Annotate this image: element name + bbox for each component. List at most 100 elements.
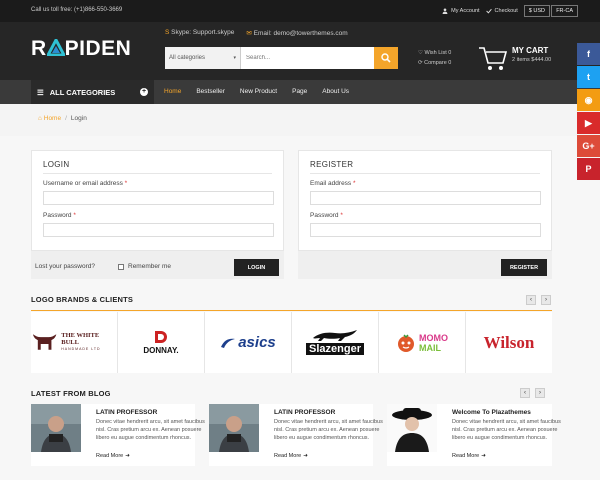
language-selector[interactable]: FR-CA	[551, 5, 578, 17]
blog-post-excerpt: Donec vitae hendrerit arcu, sit amet fau…	[96, 419, 205, 441]
breadcrumb-separator: /	[65, 115, 67, 122]
mini-cart[interactable]: MY CART 2 items $444.00	[478, 46, 551, 72]
bull-logo-icon	[32, 333, 57, 350]
blog-post-title[interactable]: LATIN PROFESSOR	[96, 409, 157, 416]
list-icon: ☰	[37, 87, 44, 97]
blog-carousel-arrows: ‹ ›	[520, 388, 545, 398]
lost-password-link[interactable]: Lost your password?	[35, 263, 95, 270]
blog-title: LATEST FROM BLOG	[31, 389, 111, 398]
blog-post-title[interactable]: LATIN PROFESSOR	[274, 409, 335, 416]
cart-title: MY CART	[512, 46, 549, 55]
brand-slazenger[interactable]: Slazenger	[292, 312, 378, 373]
rss-icon[interactable]: ◉	[577, 89, 600, 111]
arrow-right-circle-icon: ➜	[303, 453, 308, 459]
top-bar: Call us toll free: (+1)866-550-3669 My A…	[0, 0, 600, 22]
twitter-icon[interactable]: t	[577, 66, 600, 88]
header-contact: S Skype: Support.skype ✉ Email: demo@tow…	[165, 29, 348, 37]
login-form: LOGIN Username or email address * Passwo…	[31, 150, 284, 251]
blog-post: LATIN PROFESSOR Donec vitae hendrerit ar…	[31, 404, 205, 466]
cart-summary: 2 items $444.00	[512, 57, 552, 63]
main-navigation: ☰ ALL CATEGORIES + Home Bestseller New P…	[0, 80, 600, 104]
menu-item-about-us[interactable]: About Us	[322, 80, 357, 104]
all-categories-toggle[interactable]: ☰ ALL CATEGORIES +	[31, 80, 154, 104]
register-title: REGISTER	[310, 160, 354, 169]
brand-asics[interactable]: asics	[205, 312, 291, 373]
logo-triangle-icon	[45, 36, 67, 57]
site-logo[interactable]: R PIDEN	[31, 36, 131, 61]
blog-post: LATIN PROFESSOR Donec vitae hendrerit ar…	[209, 404, 383, 466]
email-label: Email address *	[310, 180, 356, 187]
remember-me[interactable]: Remember me	[118, 263, 171, 270]
blog-post-title[interactable]: Welcome To Plazathemes	[452, 409, 531, 416]
blog-next-button[interactable]: ›	[535, 388, 545, 398]
username-field[interactable]	[43, 191, 274, 205]
search-icon	[381, 53, 391, 63]
blog-thumbnail-image[interactable]	[209, 404, 259, 452]
brand-donnay[interactable]: DONNAY.	[118, 312, 204, 373]
checkout-link[interactable]: Checkout	[485, 8, 518, 14]
blog-thumbnail-image[interactable]	[31, 404, 81, 452]
register-footer: REGISTER	[298, 251, 552, 279]
chevron-down-icon: ▾	[233, 55, 236, 61]
username-label: Username or email address *	[43, 180, 128, 187]
heart-icon: ♡	[418, 50, 423, 56]
login-password-label: Password *	[43, 212, 76, 219]
home-icon: ⌂	[38, 115, 42, 122]
currency-selector[interactable]: $ USD	[523, 5, 550, 17]
remember-checkbox[interactable]	[118, 263, 124, 270]
header: R PIDEN S Skype: Support.skype ✉ Email: d…	[0, 22, 600, 80]
read-more-link[interactable]: Read More ➜	[452, 453, 486, 459]
user-icon	[442, 8, 448, 14]
wishlist-compare: ♡ Wish List 0 ⟳ Compare 0	[418, 48, 451, 68]
arrow-right-circle-icon: ➜	[481, 453, 486, 459]
blog-post-excerpt: Donec vitae hendrerit arcu, sit amet fau…	[274, 419, 383, 441]
brands-next-button[interactable]: ›	[541, 295, 551, 305]
brands-underline	[31, 310, 552, 311]
skype-icon: S	[165, 29, 170, 36]
menu-item-home[interactable]: Home	[164, 80, 189, 104]
facebook-icon[interactable]: f	[577, 43, 600, 65]
skype-contact: S Skype: Support.skype	[165, 29, 235, 36]
menu-item-new-product[interactable]: New Product	[240, 80, 285, 104]
register-button[interactable]: REGISTER	[501, 259, 547, 276]
menu-items: Home Bestseller New Product Page About U…	[164, 80, 364, 104]
donnay-mark-icon	[155, 331, 167, 343]
youtube-icon[interactable]: ▶	[577, 112, 600, 134]
google-plus-icon[interactable]: G+	[577, 135, 600, 157]
login-password-field[interactable]	[43, 223, 274, 237]
blog-post: Welcome To Plazathemes Donec vitae hendr…	[387, 404, 561, 466]
social-sidebar: f t ◉ ▶ G+ P	[577, 43, 600, 180]
search-category-select[interactable]: All categories ▾	[165, 47, 241, 69]
panther-icon	[313, 330, 357, 341]
wishlist-link[interactable]: ♡ Wish List 0	[418, 48, 451, 58]
login-button[interactable]: LOGIN	[234, 259, 279, 276]
menu-item-bestseller[interactable]: Bestseller	[196, 80, 233, 104]
search-button[interactable]	[374, 47, 398, 69]
brands-title: LOGO BRANDS & CLIENTS	[31, 295, 134, 304]
top-links: My Account Checkout $ USD	[442, 5, 550, 17]
compare-link[interactable]: ⟳ Compare 0	[418, 58, 451, 68]
pinterest-icon[interactable]: P	[577, 158, 600, 180]
search-input[interactable]	[241, 47, 374, 69]
register-password-field[interactable]	[310, 223, 541, 237]
breadcrumb-home[interactable]: ⌂ Home	[38, 115, 61, 122]
divider	[43, 173, 272, 174]
brands-carousel-arrows: ‹ ›	[526, 295, 551, 305]
my-account-link[interactable]: My Account	[442, 8, 480, 14]
brand-momo-mail[interactable]: MOMO MAIL	[379, 312, 465, 373]
brand-white-bull[interactable]: THE WHITE BULL HANDMADE LTD	[31, 312, 117, 373]
read-more-link[interactable]: Read More ➜	[274, 453, 308, 459]
blog-prev-button[interactable]: ‹	[520, 388, 530, 398]
brands-prev-button[interactable]: ‹	[526, 295, 536, 305]
check-icon	[485, 8, 492, 14]
read-more-link[interactable]: Read More ➜	[96, 453, 130, 459]
arrow-right-circle-icon: ➜	[125, 453, 130, 459]
brand-wilson[interactable]: Wilson	[466, 312, 552, 373]
email-field[interactable]	[310, 191, 541, 205]
search-bar: All categories ▾	[165, 47, 398, 69]
breadcrumb: ⌂ Home / Login	[0, 104, 600, 136]
blog-thumbnail-image[interactable]	[387, 404, 437, 452]
menu-item-page[interactable]: Page	[292, 80, 315, 104]
login-title: LOGIN	[43, 160, 70, 169]
email-contact[interactable]: ✉ Email: demo@towerthemes.com	[246, 29, 347, 37]
